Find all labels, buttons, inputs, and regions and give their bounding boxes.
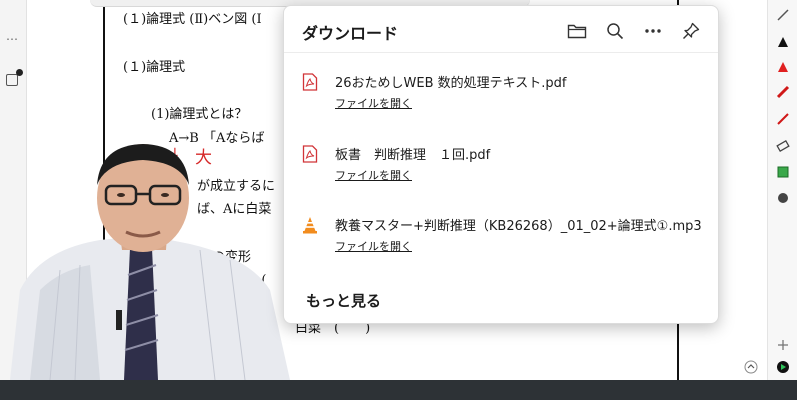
highlighter-red-icon[interactable] bbox=[776, 112, 790, 126]
downloads-actions bbox=[562, 16, 706, 46]
more-options-icon[interactable]: ⋯ bbox=[6, 32, 18, 46]
search-icon bbox=[607, 23, 624, 40]
folder-icon bbox=[567, 24, 587, 39]
pdf-icon bbox=[302, 145, 318, 163]
search-downloads-button[interactable] bbox=[600, 16, 630, 46]
pen-black-icon[interactable] bbox=[776, 35, 790, 49]
download-item[interactable]: 26おためしWEB 数的処理テキスト.pdf ファイルを開く bbox=[302, 72, 712, 116]
taskbar bbox=[0, 380, 797, 400]
download-item[interactable]: 教養マスター+判断推理（KB26268）_01_02+論理式①.mp3 ファイル… bbox=[302, 215, 712, 259]
download-item[interactable]: 板書 判断推理 １回.pdf ファイルを開く bbox=[302, 144, 712, 188]
pen-red-icon[interactable] bbox=[776, 60, 790, 74]
open-file-link[interactable]: ファイルを開く bbox=[335, 167, 412, 183]
extension-icon[interactable] bbox=[6, 69, 23, 86]
copilot-icon[interactable] bbox=[776, 360, 790, 374]
open-file-link[interactable]: ファイルを開く bbox=[335, 238, 412, 254]
header-divider bbox=[284, 52, 718, 53]
open-file-link[interactable]: ファイルを開く bbox=[335, 95, 412, 111]
pin-panel-button[interactable] bbox=[676, 16, 706, 46]
open-folder-button[interactable] bbox=[562, 16, 592, 46]
marker-red-icon[interactable] bbox=[776, 85, 790, 99]
more-icon bbox=[645, 29, 661, 33]
pdf-heading-1: (１)論理式 bbox=[123, 60, 186, 75]
see-more-link[interactable]: もっと見る bbox=[306, 290, 381, 311]
ruler-icon[interactable] bbox=[776, 8, 790, 22]
vlc-icon bbox=[303, 217, 317, 234]
download-filename: 板書 判断推理 １回.pdf bbox=[335, 148, 491, 163]
add-icon[interactable] bbox=[776, 338, 790, 352]
more-options-button[interactable] bbox=[638, 16, 668, 46]
eraser-icon[interactable] bbox=[776, 138, 790, 152]
pdf-heading-top: (１)論理式 (Ⅱ)ベン図 (Ⅰ bbox=[123, 12, 262, 27]
scroll-up-icon[interactable] bbox=[744, 360, 758, 374]
downloads-title: ダウンロード bbox=[302, 24, 399, 43]
presenter-video bbox=[0, 140, 300, 380]
downloads-panel: ダウンロード 26おためしWEB 数的処理テキスト.pdf ファイルを開く 板書… bbox=[283, 5, 719, 324]
annotation-toolbar bbox=[767, 0, 797, 380]
pdf-icon bbox=[302, 73, 318, 91]
pin-icon bbox=[683, 22, 700, 39]
circle-dark-icon[interactable] bbox=[776, 191, 790, 205]
download-filename: 26おためしWEB 数的処理テキスト.pdf bbox=[335, 76, 567, 91]
download-filename: 教養マスター+判断推理（KB26268）_01_02+論理式①.mp3 bbox=[335, 219, 702, 234]
pdf-subheading: (1)論理式とは？ bbox=[151, 107, 248, 122]
square-green-icon[interactable] bbox=[776, 165, 790, 179]
